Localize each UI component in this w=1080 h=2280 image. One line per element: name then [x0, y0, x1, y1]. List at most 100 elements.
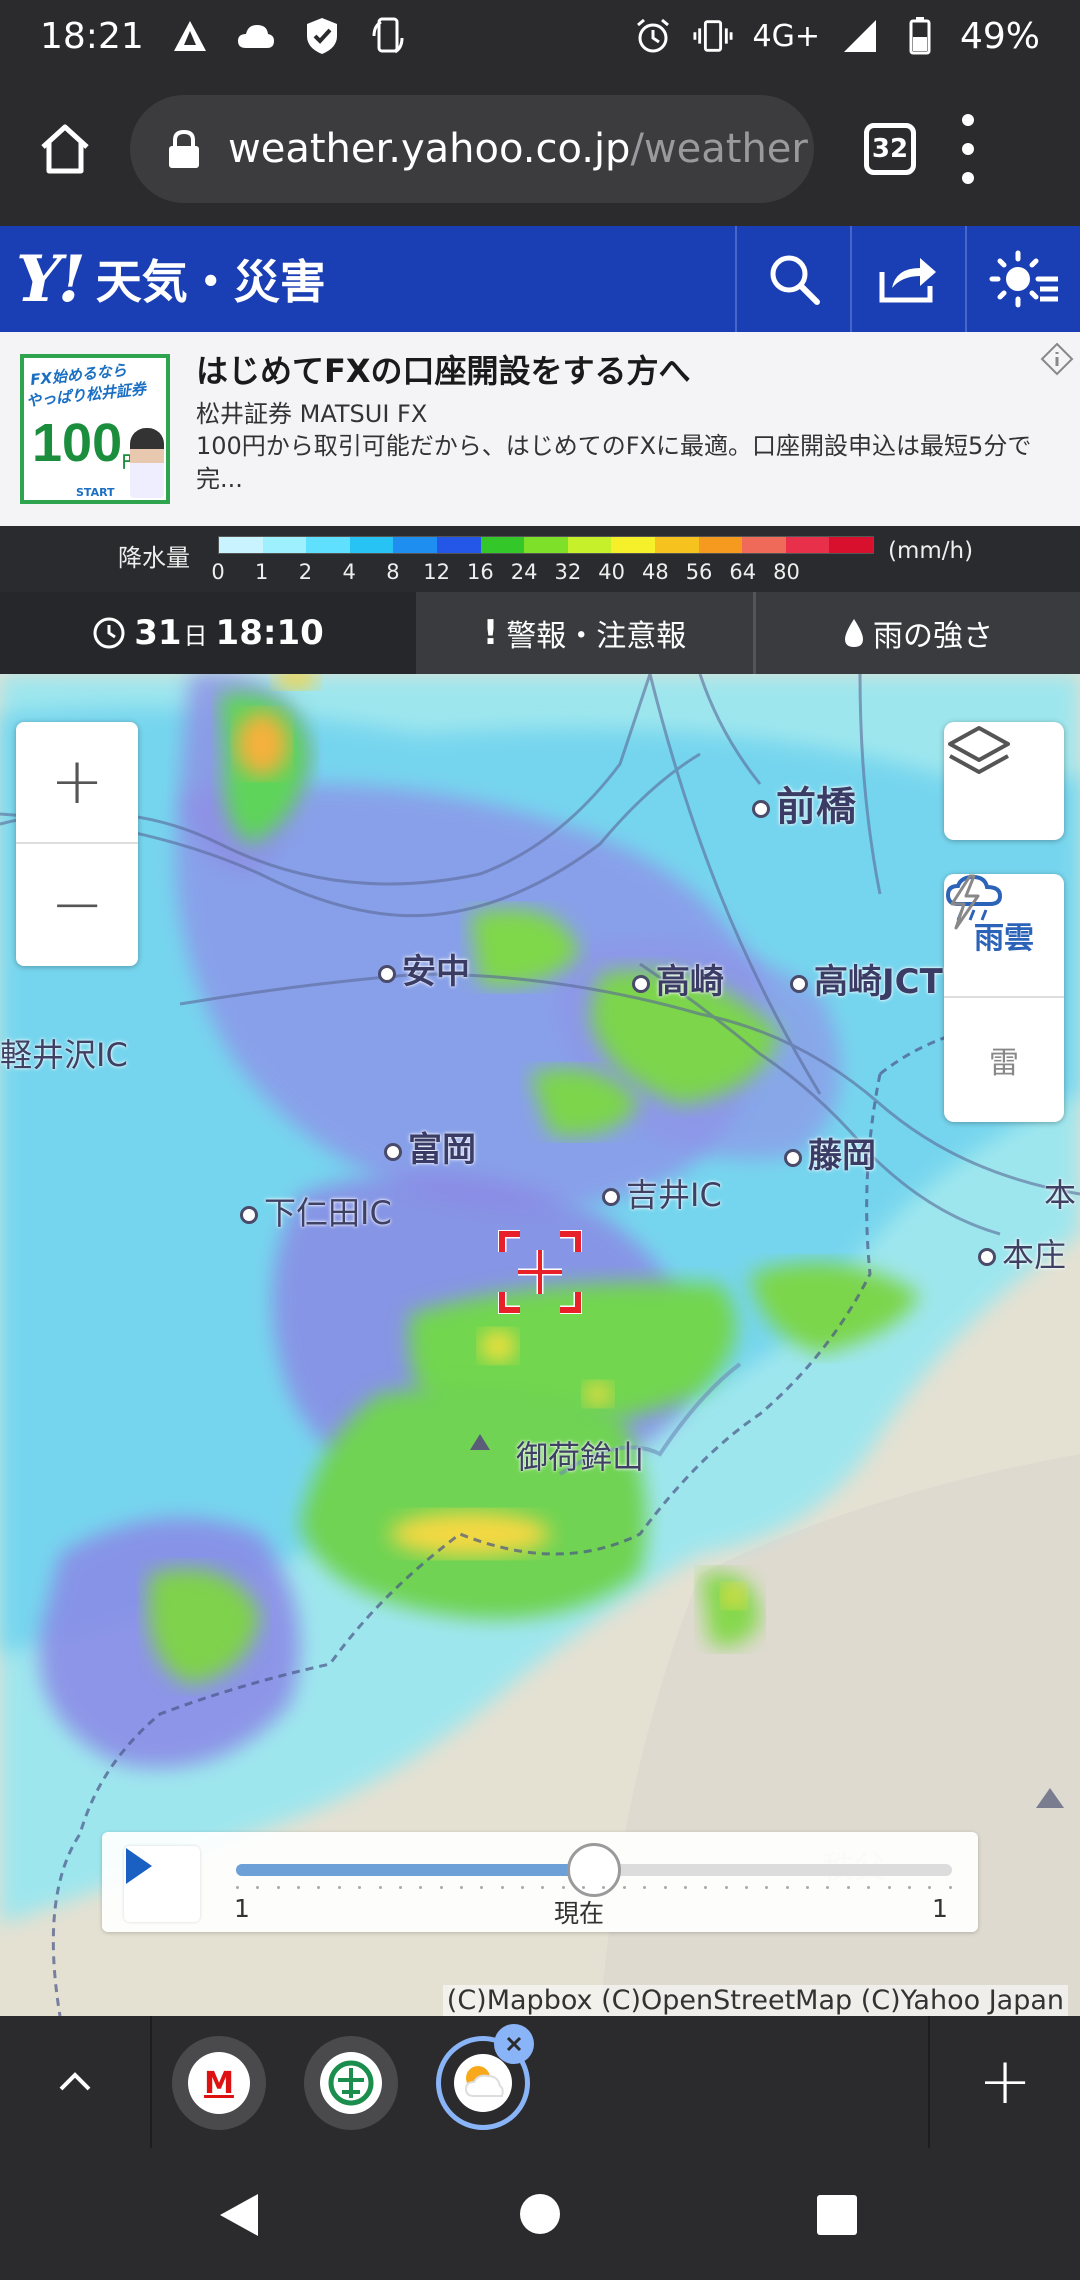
time-tick	[358, 1886, 362, 1889]
signal-icon	[840, 16, 880, 56]
alarm-icon	[633, 16, 673, 56]
clock-icon	[93, 617, 125, 649]
ad-image[interactable]: FX始めるなら やっぱり松井証券 100 円 START	[20, 354, 170, 504]
legend-color-segment	[219, 537, 263, 553]
city-dot-icon	[384, 1142, 402, 1161]
search-button[interactable]	[735, 226, 850, 332]
plus-icon: +	[978, 2045, 1032, 2119]
legend-color-segment	[654, 537, 699, 553]
time-tick	[887, 1886, 891, 1889]
site-header: Y! 天気・災害	[0, 226, 1080, 332]
legend-color-segment	[742, 537, 786, 553]
advertisement[interactable]: FX始めるなら やっぱり松井証券 100 円 START はじめてFXの口座開設…	[0, 332, 1080, 526]
city-dot-icon	[752, 800, 770, 818]
tab-warnings[interactable]: ! 警報・注意報	[416, 592, 756, 674]
map-label-tomioka[interactable]: 富岡	[384, 1122, 476, 1171]
precipitation-legend: 降水量 0 1 2 4 8 12 16 24 32 40 48 56 64 80 (mm/h)	[0, 526, 1080, 592]
legend-label: 降水量	[118, 544, 190, 572]
zoom-out-button[interactable]: −	[16, 844, 138, 966]
map-label-honjo[interactable]: 本庄	[978, 1230, 1066, 1276]
yahoo-logo[interactable]: Y!	[16, 242, 86, 317]
rain-radar-map[interactable]: 前橋 安中 高崎 高崎JCT 軽井沢IC 富岡 藤岡 下仁田IC 吉井IC 本 …	[0, 674, 1080, 2016]
tab-thumbnail-1[interactable]: M	[172, 2036, 266, 2130]
ad-image-amount: 100	[32, 413, 123, 473]
map-label-shimonita-ic[interactable]: 下仁田IC	[240, 1188, 392, 1234]
map-label-hon[interactable]: 本	[1044, 1170, 1076, 1216]
zoom-in-button[interactable]: +	[16, 722, 138, 844]
time-tick	[419, 1886, 423, 1889]
legend-color-segment	[698, 537, 743, 553]
time-tick	[459, 1886, 463, 1889]
time-tick	[480, 1886, 484, 1889]
legend-color-segment	[393, 537, 437, 553]
url-path: /weather	[630, 126, 808, 172]
layers-button[interactable]	[944, 722, 1064, 840]
back-icon[interactable]	[216, 2192, 262, 2238]
tab-rain-intensity[interactable]: 雨の強さ	[756, 592, 1080, 674]
legend-tick-label: 16	[467, 560, 494, 584]
system-nav-bar	[0, 2148, 1080, 2280]
exclamation-icon: !	[482, 613, 499, 653]
close-tab-button[interactable]	[494, 2024, 534, 2064]
expand-tabs-button[interactable]	[0, 2016, 152, 2148]
map-label-fujioka[interactable]: 藤岡	[784, 1128, 876, 1177]
play-button[interactable]	[124, 1846, 200, 1922]
status-bar: 18:21 4G+ 49%	[0, 0, 1080, 72]
time-tick	[948, 1886, 952, 1889]
city-dot-icon	[784, 1148, 802, 1167]
city-dot-icon	[378, 964, 396, 983]
overflow-menu-button[interactable]	[958, 114, 978, 184]
tab-thumbnail-2[interactable]	[304, 2036, 398, 2130]
time-tick	[398, 1886, 402, 1889]
time-slider[interactable]	[236, 1843, 952, 1897]
map-label-takasaki-jct[interactable]: 高崎JCT	[790, 954, 943, 1003]
time-tick	[337, 1886, 341, 1889]
tab-count-button[interactable]: 32	[864, 123, 916, 175]
lightning-icon	[950, 874, 980, 930]
dot-icon	[962, 172, 974, 184]
legend-tick-label: 0	[211, 560, 225, 584]
time-tick	[846, 1886, 850, 1889]
home-button[interactable]	[0, 72, 130, 226]
cloud-icon	[236, 16, 276, 56]
map-mode-panel: 雨雲 雷	[944, 874, 1064, 1122]
time-tick	[256, 1886, 260, 1889]
map-label-takasaki[interactable]: 高崎	[632, 954, 724, 1003]
phone-sync-icon	[368, 16, 408, 56]
time-tick	[602, 1886, 606, 1889]
city-dot-icon	[602, 1188, 620, 1206]
recents-icon[interactable]	[816, 2194, 858, 2236]
legend-tick-label: 48	[641, 560, 669, 584]
tab-time-clock: 18:10	[215, 613, 324, 653]
new-tab-button[interactable]: +	[928, 2016, 1080, 2148]
theme-button[interactable]	[965, 226, 1080, 332]
tab-time[interactable]: 31 日 18:10	[0, 592, 416, 674]
time-slider-ticks	[236, 1886, 952, 1892]
map-attribution[interactable]: (C)Mapbox (C)OpenStreetMap (C)Yahoo Japa…	[442, 1985, 1068, 2016]
map-tabs: 31 日 18:10 ! 警報・注意報 雨の強さ	[0, 592, 1080, 674]
ad-title[interactable]: はじめてFXの口座開設をする方へ	[196, 346, 691, 392]
map-label-maebashi[interactable]: 前橋	[752, 774, 856, 832]
legend-tick-label: 80	[773, 560, 800, 584]
lock-icon	[169, 129, 199, 168]
legend-tick-label: 56	[685, 560, 713, 584]
mode-thunder-button[interactable]: 雷	[944, 874, 1064, 1122]
legend-tick-label: 2	[298, 560, 313, 584]
clock: 18:21	[40, 15, 144, 57]
share-button[interactable]	[850, 226, 965, 332]
map-label-karuizawa-ic[interactable]: 軽井沢IC	[0, 1030, 128, 1076]
weather-sun-icon	[454, 2054, 512, 2112]
address-bar[interactable]: weather.yahoo.co.jp/weather	[130, 95, 814, 203]
home-circle-icon[interactable]	[518, 2192, 562, 2236]
city-dot-icon	[978, 1248, 996, 1266]
time-tick	[561, 1886, 565, 1889]
legend-color-segment	[306, 537, 350, 553]
ad-info-icon[interactable]	[1040, 342, 1074, 376]
time-tick	[806, 1886, 810, 1889]
time-tick	[867, 1886, 871, 1889]
map-label-mt-mikabo[interactable]: 御荷鉾山	[516, 1432, 644, 1478]
legend-color-scale	[218, 536, 874, 554]
map-label-annaka[interactable]: 安中	[378, 944, 470, 993]
map-label-yoshii-ic[interactable]: 吉井IC	[602, 1170, 722, 1216]
site-title[interactable]: 天気・災害	[96, 246, 326, 312]
